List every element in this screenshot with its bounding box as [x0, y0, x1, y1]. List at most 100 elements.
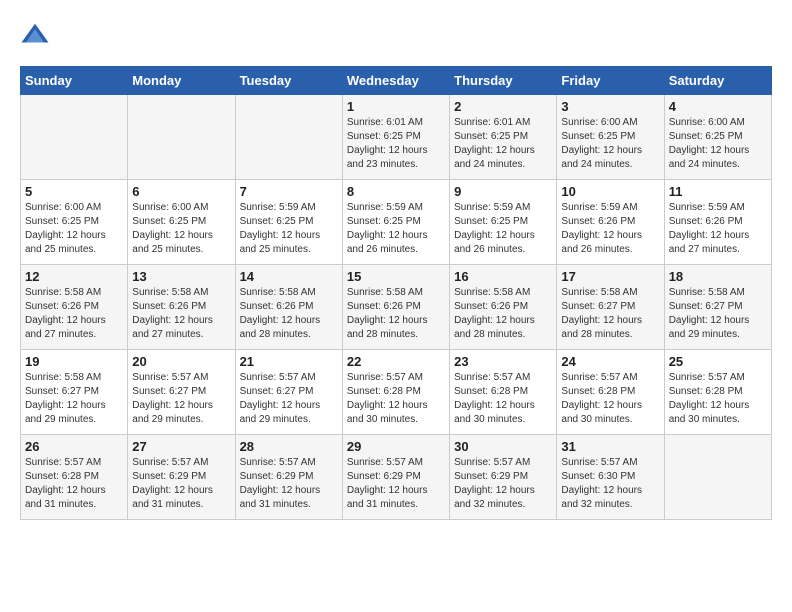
day-info: Sunrise: 5:57 AM Sunset: 6:28 PM Dayligh… — [669, 371, 767, 427]
day-info: Sunrise: 5:59 AM Sunset: 6:25 PM Dayligh… — [347, 201, 445, 257]
day-number: 4 — [669, 99, 767, 114]
day-number: 9 — [454, 184, 552, 199]
day-info: Sunrise: 5:57 AM Sunset: 6:29 PM Dayligh… — [454, 456, 552, 512]
day-header-wednesday: Wednesday — [342, 67, 449, 95]
day-info: Sunrise: 5:57 AM Sunset: 6:29 PM Dayligh… — [132, 456, 230, 512]
day-number: 7 — [240, 184, 338, 199]
day-number: 27 — [132, 439, 230, 454]
day-number: 16 — [454, 269, 552, 284]
calendar-cell: 2 Sunrise: 6:01 AM Sunset: 6:25 PM Daylig… — [450, 95, 557, 180]
day-number: 5 — [25, 184, 123, 199]
week-row-3: 12 Sunrise: 5:58 AM Sunset: 6:26 PM Dayli… — [21, 265, 772, 350]
days-header-row: SundayMondayTuesdayWednesdayThursdayFrid… — [21, 67, 772, 95]
day-number: 11 — [669, 184, 767, 199]
day-header-friday: Friday — [557, 67, 664, 95]
calendar-cell: 3 Sunrise: 6:00 AM Sunset: 6:25 PM Daylig… — [557, 95, 664, 180]
calendar-cell: 29Sunrise: 5:57 AM Sunset: 6:29 PM Dayli… — [342, 435, 449, 520]
week-row-5: 26 Sunrise: 5:57 AM Sunset: 6:28 PM Dayli… — [21, 435, 772, 520]
day-info: Sunrise: 5:57 AM Sunset: 6:28 PM Dayligh… — [454, 371, 552, 427]
day-info: Sunrise: 6:00 AM Sunset: 6:25 PM Dayligh… — [561, 116, 659, 172]
calendar-cell: 12 Sunrise: 5:58 AM Sunset: 6:26 PM Dayli… — [21, 265, 128, 350]
calendar-cell: 17Sunrise: 5:58 AM Sunset: 6:27 PM Dayli… — [557, 265, 664, 350]
day-number: 24 — [561, 354, 659, 369]
day-number: 30 — [454, 439, 552, 454]
calendar-cell: 25 Sunrise: 5:57 AM Sunset: 6:28 PM Dayli… — [664, 350, 771, 435]
day-number: 17 — [561, 269, 659, 284]
calendar-cell: 15 Sunrise: 5:58 AM Sunset: 6:26 PM Dayli… — [342, 265, 449, 350]
day-number: 15 — [347, 269, 445, 284]
day-header-saturday: Saturday — [664, 67, 771, 95]
calendar-cell: 26 Sunrise: 5:57 AM Sunset: 6:28 PM Dayli… — [21, 435, 128, 520]
calendar-cell: 8Sunrise: 5:59 AM Sunset: 6:25 PM Daylig… — [342, 180, 449, 265]
calendar-cell: 4 Sunrise: 6:00 AM Sunset: 6:25 PM Daylig… — [664, 95, 771, 180]
day-number: 20 — [132, 354, 230, 369]
day-info: Sunrise: 6:00 AM Sunset: 6:25 PM Dayligh… — [25, 201, 123, 257]
calendar-cell: 27 Sunrise: 5:57 AM Sunset: 6:29 PM Dayli… — [128, 435, 235, 520]
day-info: Sunrise: 5:57 AM Sunset: 6:28 PM Dayligh… — [561, 371, 659, 427]
page-header — [20, 20, 772, 50]
logo-icon — [20, 20, 50, 50]
day-info: Sunrise: 5:58 AM Sunset: 6:27 PM Dayligh… — [669, 286, 767, 342]
day-number: 26 — [25, 439, 123, 454]
day-info: Sunrise: 5:58 AM Sunset: 6:26 PM Dayligh… — [347, 286, 445, 342]
calendar-cell — [235, 95, 342, 180]
calendar-cell: 13 Sunrise: 5:58 AM Sunset: 6:26 PM Dayli… — [128, 265, 235, 350]
week-row-4: 19Sunrise: 5:58 AM Sunset: 6:27 PM Dayli… — [21, 350, 772, 435]
day-number: 14 — [240, 269, 338, 284]
day-number: 3 — [561, 99, 659, 114]
calendar-cell: 24 Sunrise: 5:57 AM Sunset: 6:28 PM Dayli… — [557, 350, 664, 435]
calendar-cell: 14 Sunrise: 5:58 AM Sunset: 6:26 PM Dayli… — [235, 265, 342, 350]
calendar-cell: 31 Sunrise: 5:57 AM Sunset: 6:30 PM Dayli… — [557, 435, 664, 520]
calendar-table: SundayMondayTuesdayWednesdayThursdayFrid… — [20, 66, 772, 520]
calendar-cell — [128, 95, 235, 180]
day-info: Sunrise: 5:57 AM Sunset: 6:28 PM Dayligh… — [347, 371, 445, 427]
day-number: 25 — [669, 354, 767, 369]
day-number: 19 — [25, 354, 123, 369]
day-info: Sunrise: 5:59 AM Sunset: 6:25 PM Dayligh… — [240, 201, 338, 257]
day-number: 6 — [132, 184, 230, 199]
day-info: Sunrise: 5:58 AM Sunset: 6:26 PM Dayligh… — [25, 286, 123, 342]
day-info: Sunrise: 6:00 AM Sunset: 6:25 PM Dayligh… — [669, 116, 767, 172]
calendar-cell: 5 Sunrise: 6:00 AM Sunset: 6:25 PM Daylig… — [21, 180, 128, 265]
week-row-1: 1 Sunrise: 6:01 AM Sunset: 6:25 PM Daylig… — [21, 95, 772, 180]
day-number: 22 — [347, 354, 445, 369]
calendar-cell: 11 Sunrise: 5:59 AM Sunset: 6:26 PM Dayli… — [664, 180, 771, 265]
calendar-cell: 16 Sunrise: 5:58 AM Sunset: 6:26 PM Dayli… — [450, 265, 557, 350]
day-info: Sunrise: 5:58 AM Sunset: 6:26 PM Dayligh… — [240, 286, 338, 342]
day-info: Sunrise: 5:57 AM Sunset: 6:27 PM Dayligh… — [240, 371, 338, 427]
day-number: 13 — [132, 269, 230, 284]
day-info: Sunrise: 5:57 AM Sunset: 6:30 PM Dayligh… — [561, 456, 659, 512]
day-info: Sunrise: 6:01 AM Sunset: 6:25 PM Dayligh… — [454, 116, 552, 172]
day-header-thursday: Thursday — [450, 67, 557, 95]
day-info: Sunrise: 5:57 AM Sunset: 6:27 PM Dayligh… — [132, 371, 230, 427]
day-number: 28 — [240, 439, 338, 454]
calendar-cell: 18Sunrise: 5:58 AM Sunset: 6:27 PM Dayli… — [664, 265, 771, 350]
day-info: Sunrise: 5:59 AM Sunset: 6:26 PM Dayligh… — [561, 201, 659, 257]
day-number: 2 — [454, 99, 552, 114]
day-info: Sunrise: 5:57 AM Sunset: 6:28 PM Dayligh… — [25, 456, 123, 512]
day-number: 12 — [25, 269, 123, 284]
day-info: Sunrise: 5:58 AM Sunset: 6:26 PM Dayligh… — [454, 286, 552, 342]
calendar-cell: 21 Sunrise: 5:57 AM Sunset: 6:27 PM Dayli… — [235, 350, 342, 435]
day-number: 1 — [347, 99, 445, 114]
day-info: Sunrise: 5:57 AM Sunset: 6:29 PM Dayligh… — [240, 456, 338, 512]
calendar-cell: 28 Sunrise: 5:57 AM Sunset: 6:29 PM Dayli… — [235, 435, 342, 520]
day-number: 29 — [347, 439, 445, 454]
day-number: 31 — [561, 439, 659, 454]
calendar-cell: 7 Sunrise: 5:59 AM Sunset: 6:25 PM Daylig… — [235, 180, 342, 265]
day-info: Sunrise: 5:58 AM Sunset: 6:26 PM Dayligh… — [132, 286, 230, 342]
day-header-monday: Monday — [128, 67, 235, 95]
day-number: 23 — [454, 354, 552, 369]
day-header-sunday: Sunday — [21, 67, 128, 95]
day-info: Sunrise: 6:01 AM Sunset: 6:25 PM Dayligh… — [347, 116, 445, 172]
calendar-cell — [664, 435, 771, 520]
day-number: 21 — [240, 354, 338, 369]
calendar-cell: 9Sunrise: 5:59 AM Sunset: 6:25 PM Daylig… — [450, 180, 557, 265]
calendar-cell: 1 Sunrise: 6:01 AM Sunset: 6:25 PM Daylig… — [342, 95, 449, 180]
day-info: Sunrise: 5:59 AM Sunset: 6:26 PM Dayligh… — [669, 201, 767, 257]
week-row-2: 5 Sunrise: 6:00 AM Sunset: 6:25 PM Daylig… — [21, 180, 772, 265]
calendar-cell: 10Sunrise: 5:59 AM Sunset: 6:26 PM Dayli… — [557, 180, 664, 265]
calendar-cell: 20 Sunrise: 5:57 AM Sunset: 6:27 PM Dayli… — [128, 350, 235, 435]
calendar-cell: 23 Sunrise: 5:57 AM Sunset: 6:28 PM Dayli… — [450, 350, 557, 435]
calendar-cell: 19Sunrise: 5:58 AM Sunset: 6:27 PM Dayli… — [21, 350, 128, 435]
